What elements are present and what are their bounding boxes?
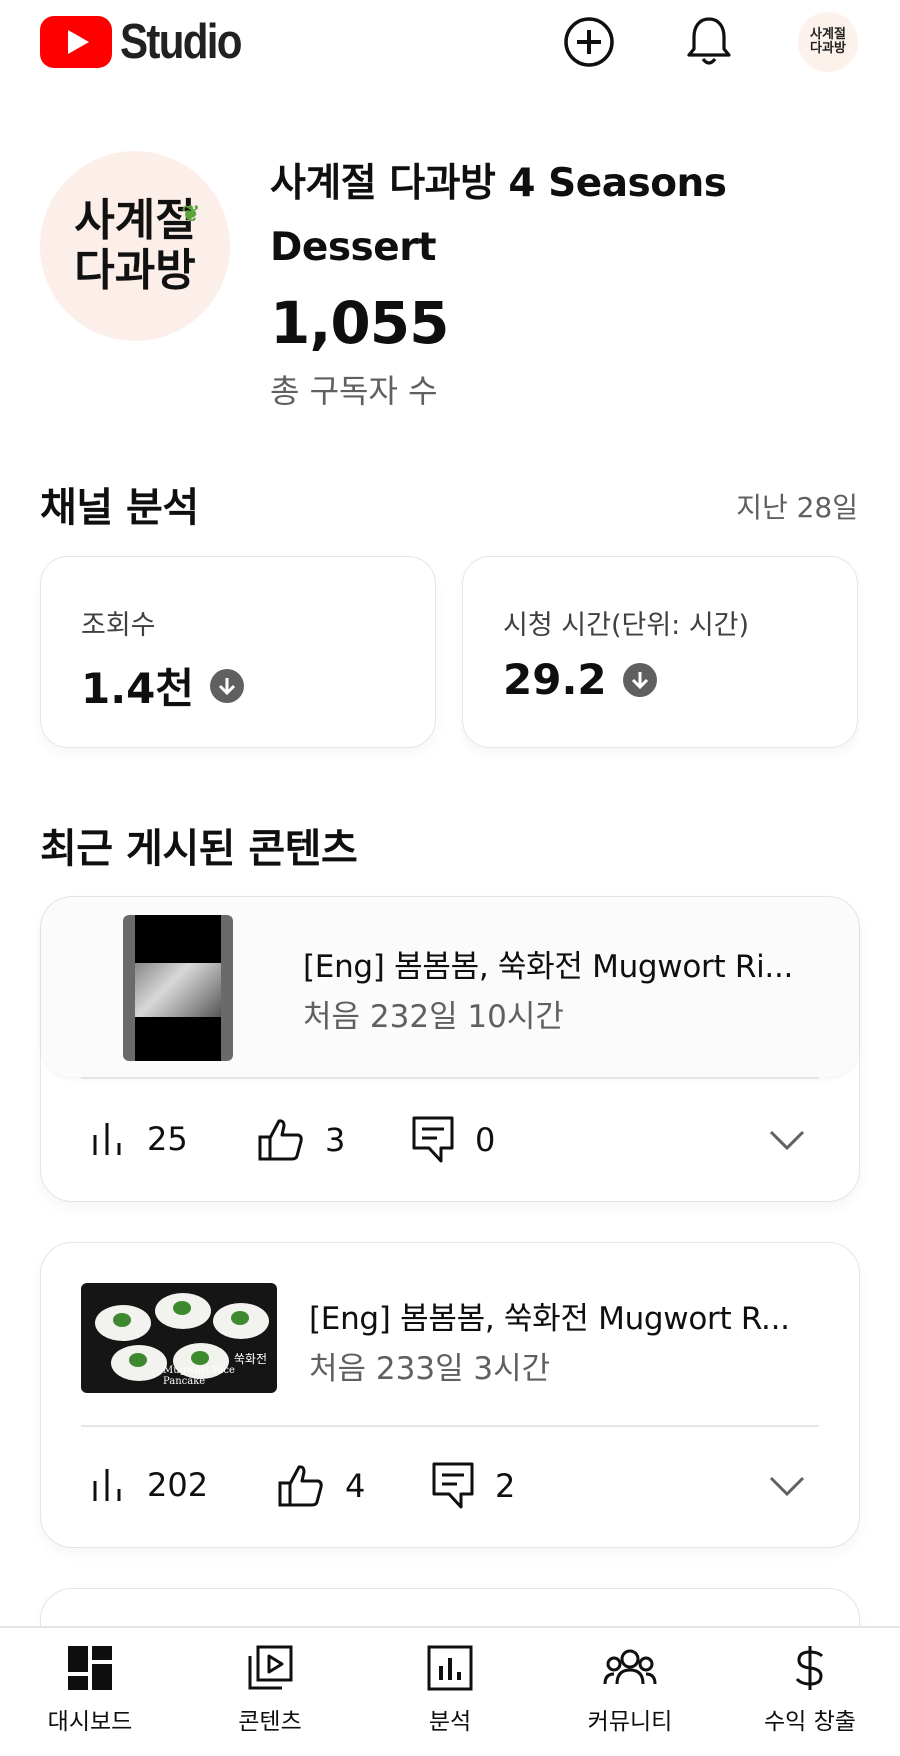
video-published: 처음 232일 10시간 [303, 999, 564, 1035]
views-metric-card[interactable]: 조회수 1.4천 [40, 556, 436, 748]
channel-name: 사계절 다과방 4 Seasons Dessert [270, 161, 727, 270]
nav-label: 수익 창출 [764, 1709, 856, 1735]
content-card: 쑥화전 Mugwort Rice Pancake [Eng] 봄봄봄, 쑥화전 … [40, 1242, 860, 1548]
watch-time-metric-card[interactable]: 시청 시간(단위: 시간) 29.2 [462, 556, 858, 748]
nav-content[interactable]: 콘텐츠 [180, 1644, 360, 1736]
bar-chart-icon [93, 1469, 121, 1501]
video-thumbnail: 쑥화전 Mugwort Rice Pancake [81, 1283, 277, 1393]
chevron-down-icon [769, 1476, 805, 1497]
nav-label: 대시보드 [47, 1709, 133, 1735]
video-title: [Eng] 봄봄봄, 쑥화전 Mugwort Ri... [303, 949, 794, 985]
views-count: 202 [147, 1466, 209, 1504]
bottom-navigation: 대시보드 콘텐츠 분석 커뮤니티 수익 창출 [0, 1626, 900, 1756]
account-avatar[interactable]: 사계절 다과방 [798, 12, 858, 72]
divider [81, 1425, 819, 1427]
comments-stat: 2 [431, 1461, 515, 1511]
studio-logo[interactable]: Studio [40, 14, 260, 70]
create-button[interactable] [561, 14, 617, 70]
divider [81, 1077, 819, 1079]
subscriber-count: 1,055 [270, 289, 449, 357]
video-thumbnail [123, 915, 233, 1061]
analytics-period: 지난 28일 [736, 491, 858, 524]
plus-circle-icon [564, 17, 614, 67]
arrow-down-circle-icon [622, 662, 657, 697]
metric-number: 1.4천 [81, 664, 195, 713]
community-icon [603, 1649, 657, 1685]
likes-stat: 3 [257, 1117, 345, 1163]
channel-avatar-text-line1: 사계절 [74, 195, 196, 246]
avatar-text-line2: 다과방 [810, 41, 846, 56]
subscriber-label: 총 구독자 수 [270, 372, 438, 410]
youtube-play-icon [40, 16, 112, 68]
leaf-icon: ❦ [181, 201, 200, 227]
likes-count: 4 [345, 1467, 366, 1505]
comment-icon [412, 1116, 454, 1163]
views-stat: 25 [87, 1119, 188, 1159]
comments-stat: 0 [411, 1115, 495, 1165]
nav-label: 분석 [428, 1709, 472, 1735]
channel-avatar: 사계절 다과방 ❦ [40, 151, 230, 341]
thumbnail-caption: Mugwort Rice Pancake [163, 1365, 235, 1387]
nav-dashboard[interactable]: 대시보드 [0, 1644, 180, 1736]
thumbs-up-icon [258, 1119, 303, 1161]
metric-number: 29.2 [503, 655, 607, 704]
views-count: 25 [147, 1120, 188, 1158]
bar-chart-icon [93, 1123, 121, 1155]
thumbs-up-icon [278, 1465, 323, 1507]
video-published: 처음 233일 3시간 [309, 1351, 551, 1387]
dollar-icon [795, 1646, 824, 1690]
nav-label: 커뮤니티 [587, 1709, 673, 1735]
expand-button[interactable] [769, 1129, 805, 1155]
metric-label: 시청 시간(단위: 시간) [503, 610, 750, 641]
comments-count: 2 [495, 1467, 516, 1505]
chevron-down-icon [769, 1130, 805, 1151]
video-row[interactable]: [Eng] 봄봄봄, 쑥화전 Mugwort Ri... 처음 232일 10시… [41, 897, 859, 1077]
nav-monetization[interactable]: 수익 창출 [720, 1644, 900, 1736]
arrow-down-circle-icon [210, 668, 245, 703]
top-app-bar: Studio 사계절 다과방 [0, 0, 900, 88]
comments-count: 0 [475, 1121, 496, 1159]
video-title: [Eng] 봄봄봄, 쑥화전 Mugwort R... [309, 1301, 790, 1337]
views-stat: 202 [87, 1465, 208, 1505]
metric-value: 29.2 [503, 655, 657, 704]
content-card: [Eng] 봄봄봄, 쑥화전 Mugwort Ri... 처음 232일 10시… [40, 896, 860, 1202]
metric-value: 1.4천 [81, 655, 245, 716]
video-row[interactable]: 쑥화전 Mugwort Rice Pancake [Eng] 봄봄봄, 쑥화전 … [41, 1243, 859, 1423]
likes-stat: 4 [277, 1463, 365, 1509]
nav-label: 콘텐츠 [238, 1709, 302, 1735]
logo-text: Studio [120, 15, 242, 69]
likes-count: 3 [325, 1121, 346, 1159]
comment-icon [432, 1462, 474, 1509]
recent-content-title: 최근 게시된 콘텐츠 [40, 826, 358, 872]
bell-icon [687, 17, 731, 65]
expand-button[interactable] [769, 1475, 805, 1501]
nav-analytics[interactable]: 분석 [360, 1644, 540, 1736]
analytics-icon [427, 1645, 473, 1691]
analytics-title: 채널 분석 [40, 485, 199, 531]
channel-avatar-text-line2: 다과방 [74, 245, 196, 296]
content-icon [248, 1645, 293, 1690]
nav-community[interactable]: 커뮤니티 [540, 1644, 720, 1736]
dashboard-icon [68, 1646, 112, 1690]
notifications-button[interactable] [681, 14, 737, 70]
metric-label: 조회수 [81, 610, 156, 641]
avatar-text-line1: 사계절 [810, 27, 846, 42]
